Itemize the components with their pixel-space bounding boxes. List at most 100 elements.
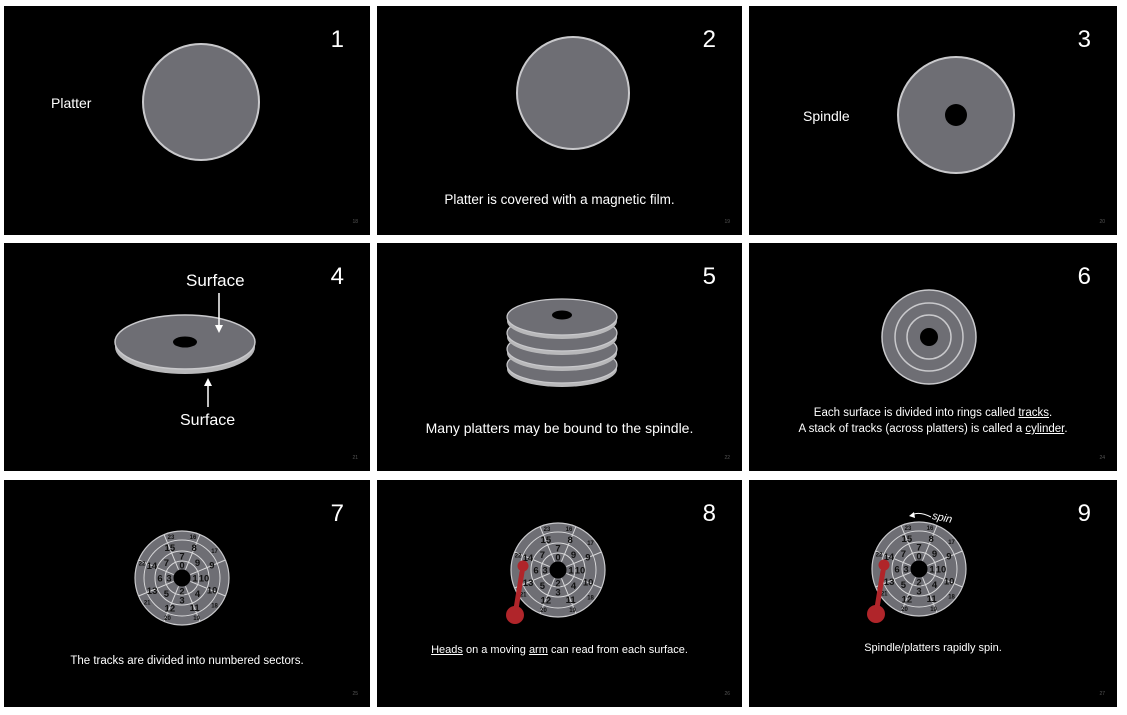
spin-arrow-head bbox=[909, 512, 915, 518]
arm-pivot bbox=[867, 605, 885, 623]
sector-number: 20 bbox=[540, 608, 547, 614]
sector-number: 13 bbox=[523, 578, 534, 589]
surface-top-label: Surface bbox=[186, 271, 245, 290]
sector-number: 20 bbox=[164, 616, 171, 622]
sector-number: 22 bbox=[515, 554, 522, 560]
spindle bbox=[549, 561, 567, 579]
sector-number: 1 bbox=[192, 573, 198, 584]
sector-number: 16 bbox=[927, 526, 934, 532]
sector-number: 1 bbox=[568, 565, 574, 576]
spindle bbox=[173, 336, 197, 348]
sector-number: 6 bbox=[533, 565, 538, 576]
page-number: 22 bbox=[724, 455, 730, 461]
spindle bbox=[173, 569, 191, 587]
sector-number: 15 bbox=[165, 543, 176, 554]
sector-number: 19 bbox=[193, 616, 200, 622]
sector-number: 9 bbox=[946, 552, 951, 563]
sector-diagram: 012379104356715 89101112131423 16171819202… bbox=[506, 522, 606, 624]
slide-caption: Platter is covered with a magnetic film. bbox=[444, 192, 675, 207]
tracks-diagram bbox=[881, 289, 977, 385]
slide-caption: Heads on a moving arm can read from each… bbox=[431, 644, 688, 656]
slide-5: Many platters may be bound to the spindl… bbox=[377, 243, 742, 471]
sector-number: 5 bbox=[540, 581, 546, 592]
sector-number: 8 bbox=[929, 534, 934, 545]
sector-number: 9 bbox=[932, 549, 937, 560]
sector-number: 3 bbox=[555, 587, 560, 598]
sector-number: 9 bbox=[195, 558, 200, 569]
sector-number: 18 bbox=[587, 595, 594, 601]
sector-number: 16 bbox=[190, 535, 197, 541]
slide-number: 1 bbox=[330, 26, 344, 53]
sector-number: 18 bbox=[211, 603, 218, 609]
sector-number: 10 bbox=[936, 564, 947, 575]
platter-diagram bbox=[142, 43, 260, 161]
arm-link[interactable]: arm bbox=[529, 644, 548, 656]
sector-number: 13 bbox=[884, 577, 895, 588]
page-number: 25 bbox=[352, 691, 358, 697]
slide-number: 2 bbox=[702, 26, 716, 53]
sector-number: 4 bbox=[195, 589, 201, 600]
slide-3: Spindle 3 20 bbox=[749, 6, 1117, 235]
slide-number: 4 bbox=[330, 263, 344, 290]
stack bbox=[506, 298, 618, 387]
sector-number: 10 bbox=[944, 576, 955, 587]
slide-number: 3 bbox=[1077, 26, 1091, 53]
page-number: 21 bbox=[352, 455, 358, 461]
spindle-label: Spindle bbox=[803, 108, 850, 124]
sector-number: 23 bbox=[905, 526, 912, 532]
slide-caption-line1: Each surface is divided into rings calle… bbox=[813, 407, 1053, 419]
sector-number: 11 bbox=[927, 594, 938, 605]
slide-6: Each surface is divided into rings calle… bbox=[749, 243, 1117, 471]
spindle bbox=[552, 310, 572, 320]
sector-number: 17 bbox=[587, 541, 594, 547]
sector-number: 12 bbox=[902, 594, 913, 605]
sector-number: 11 bbox=[566, 595, 577, 606]
sector-number: 5 bbox=[164, 589, 170, 600]
platter bbox=[516, 36, 630, 150]
arrow-bottom-head bbox=[204, 378, 212, 386]
sector-number: 9 bbox=[209, 561, 214, 572]
sector-number: 6 bbox=[157, 573, 162, 584]
slide-2: Platter is covered with a magnetic film.… bbox=[377, 6, 742, 235]
sector-number: 15 bbox=[541, 535, 552, 546]
slide-9: 0 1 2 3 7 9 10 4 3 5 6 7 15 8 9 10 11 12 13 14 23 16 17 18 19 20 2… bbox=[749, 480, 1117, 707]
sector-number: 10 bbox=[575, 565, 586, 576]
page-number: 19 bbox=[724, 219, 730, 225]
slide-7: 0 1 2 3 7 9 10 4 3 5 6 7 15 8 9 10 11 12 13 14 23 16 17 18 19 20 2… bbox=[4, 480, 370, 707]
cylinder-link[interactable]: cylinder bbox=[1025, 423, 1064, 435]
sector-number: 5 bbox=[901, 580, 907, 591]
spindle bbox=[910, 560, 928, 578]
platter bbox=[142, 43, 260, 161]
sector-number: 19 bbox=[569, 608, 576, 614]
platter-stack-diagram bbox=[506, 298, 618, 387]
tracks-link[interactable]: tracks bbox=[1018, 407, 1049, 419]
sector-number: 6 bbox=[894, 564, 899, 575]
page-number: 18 bbox=[352, 219, 358, 225]
page-number: 27 bbox=[1099, 691, 1105, 697]
head bbox=[517, 560, 529, 572]
sector-number: 7 bbox=[164, 558, 169, 569]
slide-caption: Many platters may be bound to the spindl… bbox=[425, 420, 694, 436]
sector-number: 20 bbox=[901, 607, 908, 613]
sector-number: 18 bbox=[948, 594, 955, 600]
platter-label: Platter bbox=[51, 95, 92, 111]
slide-8: 0 1 2 3 7 9 10 4 3 5 6 7 15 8 9 10 11 12 13 14 23 16 17 18 19 20 2… bbox=[377, 480, 742, 707]
sector-number: 17 bbox=[948, 540, 955, 546]
slide-number: 7 bbox=[330, 500, 344, 527]
sector-diagram: 012379104356715 89101112131423 16171819202… bbox=[134, 530, 230, 626]
sector-number: 16 bbox=[566, 527, 573, 533]
sector-number: 23 bbox=[168, 535, 175, 541]
sector-number: 17 bbox=[211, 549, 218, 555]
sector-number: 11 bbox=[190, 603, 201, 614]
slide-4: Surface Surface 4 21 bbox=[4, 243, 370, 471]
page-number: 20 bbox=[1099, 219, 1105, 225]
sector-number: 10 bbox=[583, 577, 594, 588]
sector-number: 7 bbox=[179, 551, 184, 562]
sector-number: 14 bbox=[147, 561, 158, 572]
sector-number: 9 bbox=[571, 550, 576, 561]
page-number: 26 bbox=[724, 691, 730, 697]
sector-number: 3 bbox=[916, 586, 921, 597]
slide-caption: Spindle/platters rapidly spin. bbox=[864, 642, 1002, 654]
slide-number: 8 bbox=[702, 500, 716, 527]
heads-link[interactable]: Heads bbox=[431, 644, 463, 656]
